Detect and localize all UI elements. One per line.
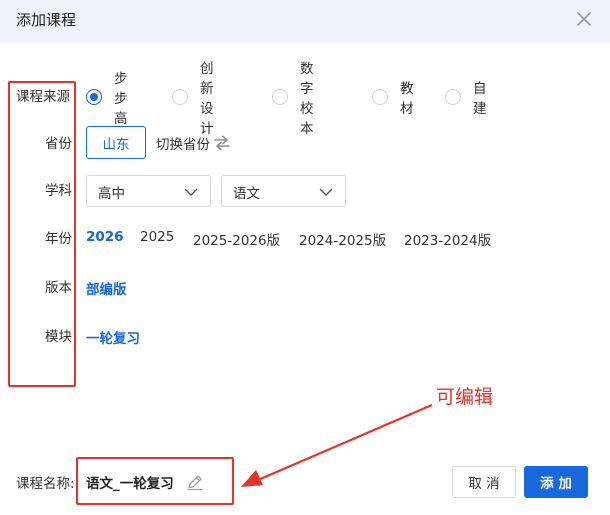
add-button[interactable]: 添 加 (524, 466, 588, 498)
add-course-dialog: 添加课程 课程来源 省份 学科 年份 版本 模块 步步高 创新设计 数字校本 教… (0, 0, 610, 515)
cancel-button[interactable]: 取 消 (452, 466, 516, 498)
course-name-label: 课程名称: (16, 476, 75, 492)
edit-icon[interactable] (186, 473, 204, 491)
course-name-value[interactable]: 语文_一轮复习 (86, 472, 174, 492)
annotation-arrow (241, 403, 433, 487)
